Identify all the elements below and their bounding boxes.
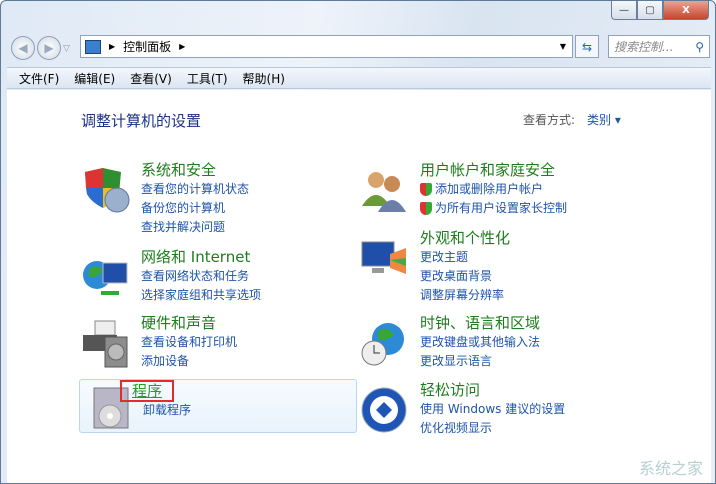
category-ease-of-access: 轻松访问 使用 Windows 建议的设置 优化视频显示 [360,380,638,440]
printer-speaker-icon [81,319,131,369]
category-user-accounts: 用户帐户和家庭安全 添加或删除用户帐户 为所有用户设置家长控制 [360,160,638,220]
category-programs[interactable]: 程序 卸载程序 [79,379,357,433]
search-placeholder: 搜索控制... [614,40,674,54]
category-link[interactable]: 添加设备 [141,352,237,371]
category-title[interactable]: 时钟、语言和区域 [420,313,540,333]
category-link[interactable]: 优化视频显示 [420,419,565,438]
address-dropdown-icon[interactable]: ▼ [560,42,566,51]
globe-clock-icon [360,319,410,369]
menu-edit[interactable]: 编辑(E) [74,70,115,87]
category-link[interactable]: 更改桌面背景 [420,267,510,286]
maximize-button[interactable]: ▢ [637,1,663,20]
search-input[interactable]: 搜索控制... ⚲ [608,35,710,58]
category-title[interactable]: 网络和 Internet [141,247,261,267]
category-network-internet: 网络和 Internet 查看网络状态和任务 选择家庭组和共享选项 [81,247,359,307]
category-link[interactable]: 卸载程序 [143,401,191,420]
ease-of-access-icon [360,386,410,436]
minimize-button[interactable]: — [611,1,637,20]
back-button[interactable]: ◀ [11,36,35,60]
uac-shield-icon [420,183,432,196]
category-title[interactable]: 程序 [120,380,175,402]
menu-view[interactable]: 查看(V) [130,70,172,87]
category-link[interactable]: 备份您的计算机 [141,199,249,218]
users-icon [360,166,410,216]
category-link[interactable]: 查看网络状态和任务 [141,267,261,286]
menu-tools[interactable]: 工具(T) [187,70,228,87]
category-link[interactable]: 查找并解决问题 [141,218,249,237]
category-link[interactable]: 选择家庭组和共享选项 [141,286,261,305]
category-link[interactable]: 更改显示语言 [420,352,540,371]
category-clock-language: 时钟、语言和区域 更改键盘或其他输入法 更改显示语言 [360,313,638,373]
category-title[interactable]: 外观和个性化 [420,228,510,248]
menu-help[interactable]: 帮助(H) [243,70,285,87]
category-link[interactable]: 为所有用户设置家长控制 [435,199,567,218]
address-bar[interactable]: ▶ 控制面板 ▶ ▼ [80,35,573,58]
watermark-logo: 系统之家 [638,459,703,478]
menu-bar: 文件(F) 编辑(E) 查看(V) 工具(T) 帮助(H) [7,67,711,89]
uac-shield-icon [420,202,432,215]
recent-pages-icon[interactable]: ▽ [63,44,70,60]
refresh-button[interactable]: ⇆ [575,35,599,58]
category-system-security: 系统和安全 查看您的计算机状态 备份您的计算机 查找并解决问题 [81,160,359,234]
menu-file[interactable]: 文件(F) [19,70,59,87]
breadcrumb-chevron-icon[interactable]: ▶ [179,42,185,51]
view-by-label: 查看方式: [523,113,576,127]
category-title[interactable]: 系统和安全 [141,160,249,180]
breadcrumb-control-panel[interactable]: 控制面板 [123,38,171,55]
breadcrumb-chevron-icon[interactable]: ▶ [109,42,115,51]
forward-button[interactable]: ▶ [37,36,61,60]
network-globe-icon [81,253,131,303]
control-panel-window: — ▢ X ◀ ▶ ▽ ▶ 控制面板 ▶ ▼ ⇆ 搜索控制... ⚲ 文件(F) … [0,0,716,484]
category-link[interactable]: 更改键盘或其他输入法 [420,333,540,352]
page-title: 调整计算机的设置 [81,112,202,130]
category-link[interactable]: 使用 Windows 建议的设置 [420,400,565,419]
category-link[interactable]: 更改主题 [420,248,510,267]
close-button[interactable]: X [663,1,709,20]
content-area: 调整计算机的设置 查看方式: 类别 ▾ 系统和安全 查看您的计算机状态 备份您的计… [7,90,711,483]
category-title[interactable]: 轻松访问 [420,380,565,400]
search-icon[interactable]: ⚲ [695,40,704,54]
shield-icon [81,166,131,216]
category-link[interactable]: 添加或删除用户帐户 [435,180,543,199]
view-by-dropdown[interactable]: 类别 ▾ [587,113,621,127]
control-panel-icon [85,39,101,54]
category-hardware-sound: 硬件和声音 查看设备和打印机 添加设备 [81,313,359,373]
category-link[interactable]: 查看您的计算机状态 [141,180,249,199]
category-title[interactable]: 硬件和声音 [141,313,237,333]
monitor-palette-icon [360,234,410,284]
category-link[interactable]: 调整屏幕分辨率 [420,286,510,305]
category-title[interactable]: 用户帐户和家庭安全 [420,160,567,180]
category-link[interactable]: 查看设备和打印机 [141,333,237,352]
category-appearance: 外观和个性化 更改主题 更改桌面背景 调整屏幕分辨率 [360,228,638,302]
